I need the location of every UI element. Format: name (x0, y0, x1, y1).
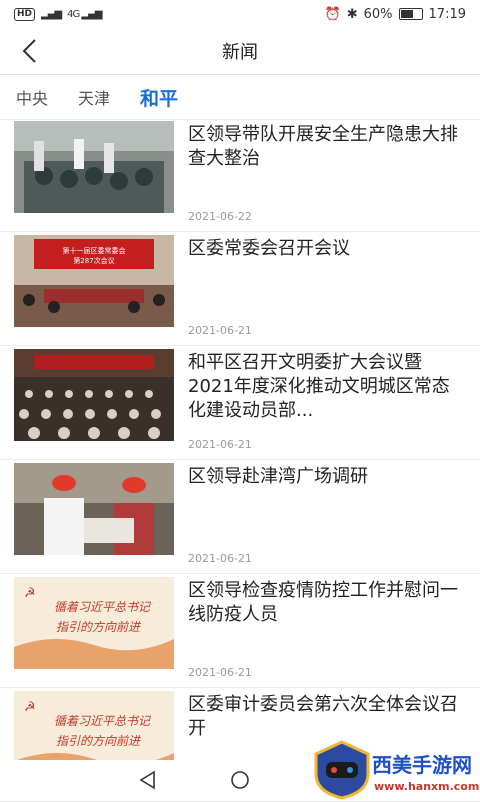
watermark-name: 西美手游网 (372, 753, 472, 777)
news-thumbnail: ☭ 循着习近平总书记 指引的方向前进 (14, 577, 174, 669)
news-date: 2021-06-22 (188, 210, 252, 223)
news-list: 区领导带队开展安全生产隐患大排查大整治 2021-06-22 第十一届区委常委会… (0, 118, 480, 802)
news-title: 和平区召开文明委扩大会议暨2021年度深化推动文明城区常态化建设动员部... (188, 352, 450, 421)
svg-text:指引的方向前进: 指引的方向前进 (56, 620, 142, 634)
news-info: 区委常委会召开会议 2021-06-21 (188, 232, 466, 345)
signal-4g-icon: 4G ▂▄▆ (67, 8, 102, 20)
news-info: 和平区召开文明委扩大会议暨2021年度深化推动文明城区常态化建设动员部... 2… (188, 346, 466, 459)
news-info: 区领导带队开展安全生产隐患大排查大整治 2021-06-22 (188, 118, 466, 231)
svg-text:第287次会议: 第287次会议 (73, 256, 114, 265)
svg-text:指引的方向前进: 指引的方向前进 (56, 734, 142, 748)
news-date: 2021-06-21 (188, 438, 252, 451)
nav-home-icon[interactable] (229, 769, 251, 791)
news-date: 2021-06-21 (188, 666, 252, 679)
chevron-left-icon (22, 39, 36, 63)
tab-tianjin[interactable]: 天津 (78, 85, 110, 109)
news-thumbnail (14, 349, 174, 441)
news-info: 区领导赴津湾广场调研 2021-06-21 (188, 460, 466, 573)
svg-text:循着习近平总书记: 循着习近平总书记 (54, 714, 151, 728)
svg-text:第十一届区委常委会: 第十一届区委常委会 (63, 246, 126, 255)
battery-icon (398, 8, 423, 20)
page-title: 新闻 (222, 42, 258, 63)
signal-icon: ▂▄▆ (41, 8, 62, 20)
hd-icon: HD (14, 7, 36, 21)
news-title: 区领导赴津湾广场调研 (188, 466, 368, 487)
news-title: 区委常委会召开会议 (188, 238, 350, 259)
news-item[interactable]: 和平区召开文明委扩大会议暨2021年度深化推动文明城区常态化建设动员部... 2… (0, 346, 480, 460)
tab-central[interactable]: 中央 (16, 85, 48, 109)
nav-back-icon[interactable] (137, 769, 159, 791)
news-item[interactable]: 第十一届区委常委会 第287次会议 区委常委会召开会议 2021-06-21 (0, 232, 480, 346)
news-title: 区领导带队开展安全生产隐患大排查大整治 (188, 124, 458, 169)
status-bar: HD ▂▄▆ 4G ▂▄▆ ⏰ ✱ 60% 17:19 (0, 0, 480, 28)
back-button[interactable] (14, 36, 44, 66)
news-date: 2021-06-21 (188, 324, 252, 337)
svg-text:循着习近平总书记: 循着习近平总书记 (54, 600, 151, 614)
news-thumbnail (14, 463, 174, 555)
news-item[interactable]: 区领导带队开展安全生产隐患大排查大整治 2021-06-22 (0, 118, 480, 232)
svg-text:☭: ☭ (24, 700, 36, 715)
title-bar: 新闻 (0, 28, 480, 75)
tab-heping[interactable]: 和平 (140, 84, 178, 111)
bluetooth-icon: ✱ (346, 6, 358, 22)
news-thumbnail (14, 121, 174, 213)
watermark-url: www.hanxm.com (374, 780, 479, 793)
alarm-icon: ⏰ (324, 6, 341, 22)
news-info: 区领导检查疫情防控工作并慰问一线防疫人员 2021-06-21 (188, 574, 466, 687)
category-tabs: 中央 天津 和平 (0, 75, 480, 120)
news-item[interactable]: ☭ 循着习近平总书记 指引的方向前进 区领导检查疫情防控工作并慰问一线防疫人员 … (0, 574, 480, 688)
watermark-logo: 西美手游网 www.hanxm.com (308, 736, 480, 800)
news-title: 区委审计委员会第六次全体会议召开 (188, 694, 458, 739)
news-item[interactable]: 区领导赴津湾广场调研 2021-06-21 (0, 460, 480, 574)
news-thumbnail: 第十一届区委常委会 第287次会议 (14, 235, 174, 327)
clock: 17:19 (428, 6, 466, 22)
battery-percent: 60% (363, 6, 393, 22)
svg-text:☭: ☭ (24, 586, 36, 601)
news-date: 2021-06-21 (188, 552, 252, 565)
news-title: 区领导检查疫情防控工作并慰问一线防疫人员 (188, 580, 458, 625)
